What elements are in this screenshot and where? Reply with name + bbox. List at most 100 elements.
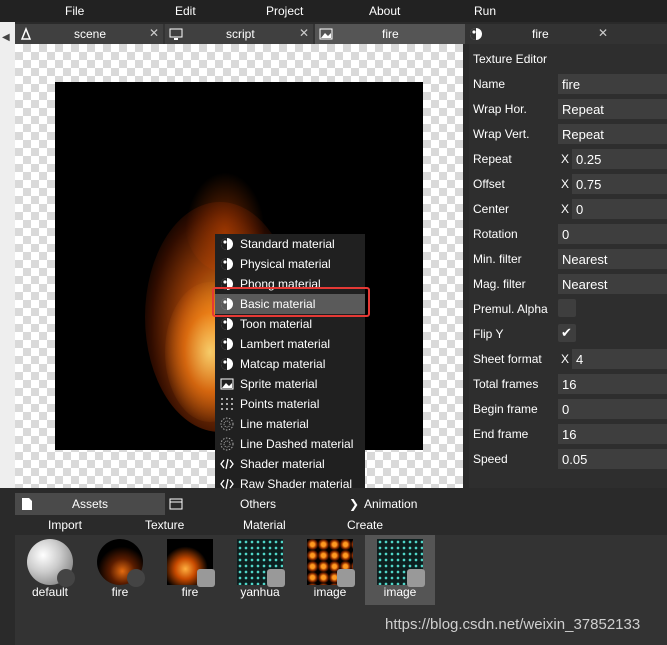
menu-item-toon-material[interactable]: Toon material <box>215 314 365 334</box>
menu-file[interactable]: File <box>65 4 84 18</box>
field-value: 0.25 <box>576 152 602 167</box>
field-label: Flip Y <box>473 327 504 341</box>
sphere-thumbnail <box>27 539 75 587</box>
premul-alpha-checkbox[interactable] <box>558 299 576 317</box>
speed-input[interactable]: 0.05 <box>558 449 667 469</box>
asset-fire-texture[interactable]: fire <box>155 535 225 605</box>
asset-yanhua[interactable]: yanhua <box>225 535 295 605</box>
rotation-input[interactable]: 0 <box>558 224 667 244</box>
tab-others[interactable]: Others <box>167 493 347 515</box>
field-value: 0 <box>562 402 570 417</box>
assets-toolbar: Import Texture Material Create <box>15 515 667 535</box>
asset-name: image <box>383 585 417 599</box>
menu-item-label: Line material <box>240 417 309 431</box>
menu-item-standard-material[interactable]: Standard material <box>215 234 365 254</box>
field-name: Name fire <box>469 74 667 94</box>
tab-animation[interactable]: ❯ Animation <box>349 493 469 515</box>
create-material-menu: Standard material Physical material Phon… <box>215 234 365 491</box>
menu-item-label: Toon material <box>240 317 313 331</box>
menu-run[interactable]: Run <box>474 4 496 18</box>
texture-button[interactable]: Texture <box>145 518 184 532</box>
menu-item-label: Points material <box>240 397 320 411</box>
material-button[interactable]: Material <box>243 518 286 532</box>
field-label: Wrap Vert. <box>473 127 530 141</box>
field-repeat: Repeat X 0.25 <box>469 149 667 169</box>
wrap-vert-select[interactable]: Repeat <box>558 124 667 144</box>
min-filter-select[interactable]: Nearest <box>558 249 667 269</box>
end-frame-input[interactable]: 16 <box>558 424 667 444</box>
name-input[interactable]: fire <box>558 74 667 94</box>
menu-item-line-dashed-material[interactable]: Line Dashed material <box>215 434 365 454</box>
field-label: Speed <box>473 452 508 466</box>
field-value: Nearest <box>562 252 608 267</box>
menu-item-physical-material[interactable]: Physical material <box>215 254 365 274</box>
create-button[interactable]: Create <box>347 518 383 532</box>
menu-item-lambert-material[interactable]: Lambert material <box>215 334 365 354</box>
assets-tab-bar: Assets Others ❯ Animation <box>15 493 667 515</box>
sheet-format-x-input[interactable]: 4 <box>572 349 667 369</box>
menu-item-label: Standard material <box>240 237 335 251</box>
tab-fire-material[interactable]: fire ✕ <box>465 24 667 44</box>
tab-fire-texture[interactable]: fire <box>315 24 465 44</box>
x-label: X <box>561 352 570 366</box>
begin-frame-input[interactable]: 0 <box>558 399 667 419</box>
offset-x-input[interactable]: 0.75 <box>572 174 667 194</box>
menu-project[interactable]: Project <box>266 4 303 18</box>
field-value: 4 <box>576 352 584 367</box>
field-total-frames: Total frames 16 <box>469 374 667 394</box>
asset-default[interactable]: default <box>15 535 85 605</box>
menu-bar: File Edit Project About Run <box>0 0 667 22</box>
asset-image-fire-grid[interactable]: image <box>295 535 365 605</box>
flip-y-checkbox[interactable]: ✔ <box>558 324 576 342</box>
menu-item-shader-material[interactable]: Shader material <box>215 454 365 474</box>
menu-item-raw-shader-material[interactable]: Raw Shader material <box>215 474 365 494</box>
import-button[interactable]: Import <box>48 518 82 532</box>
image-icon <box>220 378 234 390</box>
menu-item-label: Basic material <box>240 297 316 311</box>
edge-glyph: ◀ <box>2 32 10 43</box>
asset-image-selected[interactable]: image <box>365 535 435 605</box>
asset-fire-material[interactable]: fire <box>85 535 155 605</box>
close-icon[interactable]: ✕ <box>299 26 309 40</box>
tab-label: fire <box>382 27 399 41</box>
watermark-text: https://blog.csdn.net/weixin_37852133 <box>385 616 641 633</box>
field-speed: Speed 0.05 <box>469 449 667 469</box>
repeat-x-input[interactable]: 0.25 <box>572 149 667 169</box>
field-label: Sheet format <box>473 352 542 366</box>
material-icon <box>221 258 233 270</box>
fire-grid-thumbnail <box>307 539 355 587</box>
center-x-input[interactable]: 0 <box>572 199 667 219</box>
menu-item-phong-material[interactable]: Phong material <box>215 274 365 294</box>
field-label: Min. filter <box>473 252 522 266</box>
field-label: Premul. Alpha <box>473 302 548 316</box>
menu-item-label: Lambert material <box>240 337 331 351</box>
close-icon[interactable]: ✕ <box>149 26 159 40</box>
field-end-frame: End frame 16 <box>469 424 667 444</box>
monitor-icon <box>169 28 183 40</box>
x-label: X <box>561 202 570 216</box>
close-icon[interactable]: ✕ <box>598 26 608 40</box>
menu-item-basic-material[interactable]: Basic material <box>215 294 365 314</box>
menu-item-line-material[interactable]: Line material <box>215 414 365 434</box>
check-icon: ✔ <box>561 325 572 340</box>
code-icon <box>220 478 234 490</box>
tab-label: fire <box>532 27 549 41</box>
texture-editor-panel: Texture Editor Name fire Wrap Hor. Repea… <box>469 44 667 488</box>
field-label: End frame <box>473 427 529 441</box>
mag-filter-select[interactable]: Nearest <box>558 274 667 294</box>
total-frames-input[interactable]: 16 <box>558 374 667 394</box>
field-label: Center <box>473 202 510 216</box>
menu-item-points-material[interactable]: Points material <box>215 394 365 414</box>
material-icon <box>221 338 233 350</box>
field-min-filter: Min. filter Nearest <box>469 249 667 269</box>
tab-script[interactable]: script ✕ <box>165 24 313 44</box>
tab-assets[interactable]: Assets <box>15 493 165 515</box>
menu-item-sprite-material[interactable]: Sprite material <box>215 374 365 394</box>
field-label: Begin frame <box>473 402 538 416</box>
menu-item-label: Sprite material <box>240 377 318 391</box>
wrap-hor-select[interactable]: Repeat <box>558 99 667 119</box>
tab-scene[interactable]: scene ✕ <box>15 24 163 44</box>
menu-edit[interactable]: Edit <box>175 4 196 18</box>
menu-item-matcap-material[interactable]: Matcap material <box>215 354 365 374</box>
menu-about[interactable]: About <box>369 4 400 18</box>
